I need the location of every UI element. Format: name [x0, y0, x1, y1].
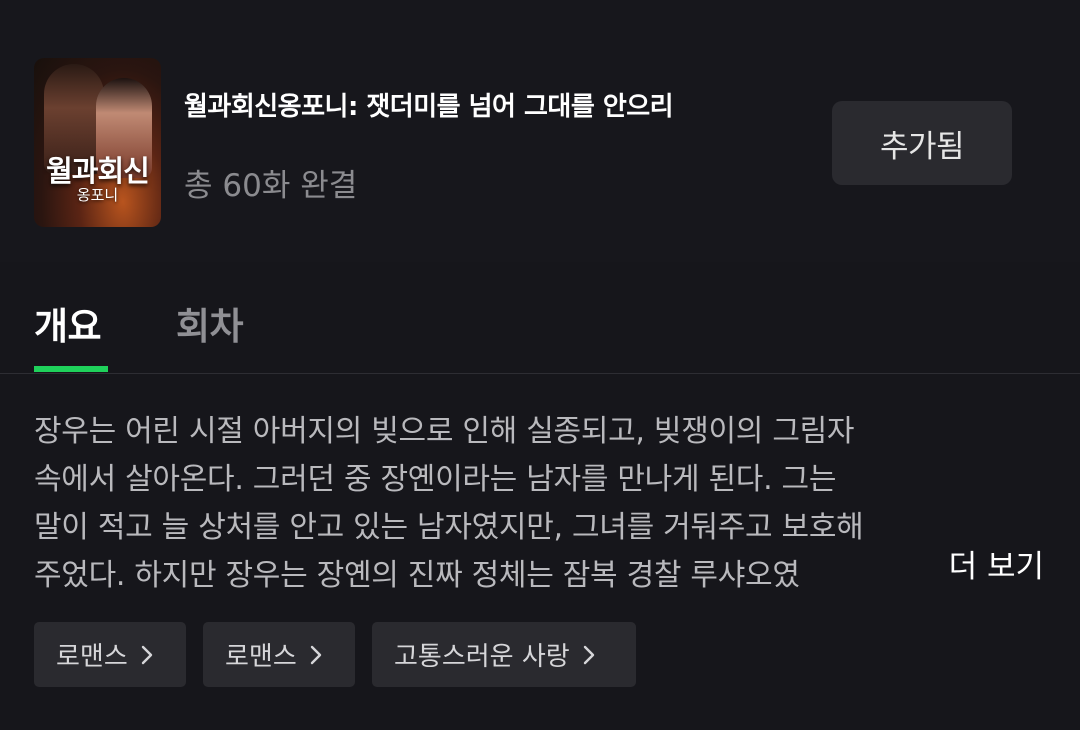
cover-subtitle-text: 옹포니 [76, 186, 119, 204]
chevron-right-icon [583, 645, 594, 664]
genre-tag[interactable]: 로맨스 [203, 622, 355, 687]
genre-tag-label: 고통스러운 사랑 [394, 642, 570, 672]
genre-tag[interactable]: 고통스러운 사랑 [372, 622, 636, 687]
tab-overview[interactable]: 개요 [34, 296, 102, 350]
chevron-right-icon [310, 645, 321, 664]
tab-bar: 개요 회차 [0, 262, 1080, 374]
genre-tag-label: 로맨스 [56, 642, 128, 672]
synopsis-line: 주었다. 하지만 장우는 장옌의 진짜 정체는 잠복 경찰 루샤오였 [34, 558, 800, 593]
synopsis-line: 말이 적고 늘 상처를 안고 있는 남자였지만, 그녀를 거둬주고 보호해 [34, 510, 864, 545]
active-tab-indicator [34, 366, 108, 372]
see-more-button[interactable]: 더 보기 [908, 538, 1048, 588]
show-header: 월과회신 옹포니 월과회신옹포니: 잿더미를 넘어 그대를 안으리 총 60화 … [0, 0, 1080, 262]
added-to-library-button[interactable]: 추가됨 [832, 101, 1012, 185]
synopsis-line: 장우는 어린 시절 아버지의 빚으로 인해 실종되고, 빚쟁이의 그림자 [34, 414, 855, 449]
synopsis-text: 장우는 어린 시절 아버지의 빚으로 인해 실종되고, 빚쟁이의 그림자 속에서… [34, 408, 1044, 600]
show-cover-image[interactable]: 월과회신 옹포니 [34, 58, 161, 227]
synopsis-line: 속에서 살아온다. 그러던 중 장옌이라는 남자를 만나게 된다. 그는 [34, 462, 837, 497]
episode-count: 총 60화 완결 [184, 168, 358, 204]
chevron-right-icon [141, 645, 152, 664]
genre-tag-label: 로맨스 [225, 642, 297, 672]
genre-tag[interactable]: 로맨스 [34, 622, 186, 687]
show-title: 월과회신옹포니: 잿더미를 넘어 그대를 안으리 [184, 92, 674, 122]
tab-episodes[interactable]: 회차 [176, 296, 244, 350]
